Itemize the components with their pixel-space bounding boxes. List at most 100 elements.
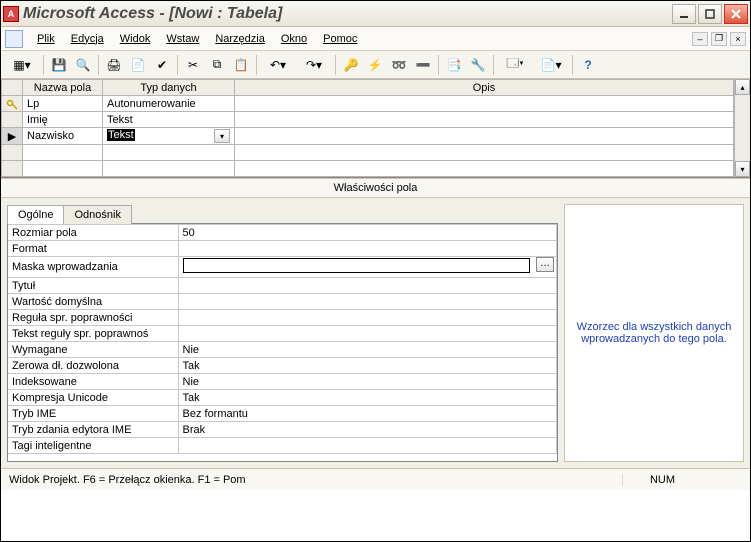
property-row[interactable]: Tagi inteligentne (8, 438, 557, 454)
property-row[interactable]: Wartość domyślna (8, 294, 557, 310)
property-value[interactable] (178, 326, 557, 342)
print-button[interactable]: 🖨 (103, 54, 125, 76)
cell-type[interactable]: Tekst (103, 112, 235, 128)
cell-field[interactable]: Lp (23, 96, 103, 112)
property-row[interactable]: Tryb IMEBez formantu (8, 406, 557, 422)
tab-general[interactable]: Ogólne (7, 205, 64, 224)
cell-desc[interactable] (235, 112, 734, 128)
cell-desc[interactable] (235, 128, 734, 145)
property-row[interactable]: Tytuł (8, 278, 557, 294)
table-row[interactable] (2, 145, 734, 161)
property-row[interactable]: Rozmiar pola50 (8, 225, 557, 241)
menu-edycja[interactable]: Edycja (63, 31, 112, 47)
property-value[interactable]: … (178, 257, 557, 278)
property-name: Rozmiar pola (8, 225, 178, 241)
property-value[interactable] (178, 294, 557, 310)
grid-corner[interactable] (2, 80, 23, 96)
col-header-desc[interactable]: Opis (235, 80, 734, 96)
property-row[interactable]: Format (8, 241, 557, 257)
database-window-button[interactable]: 🗔▾ (498, 54, 532, 76)
row-marker-current[interactable]: ▶ (2, 128, 23, 145)
search-button[interactable]: 🔍 (72, 54, 94, 76)
undo-button[interactable]: ↶▾ (261, 54, 295, 76)
property-name: Tekst reguły spr. poprawnoś (8, 326, 178, 342)
menu-wstaw[interactable]: Wstaw (158, 31, 207, 47)
property-value[interactable]: Nie (178, 374, 557, 390)
builder-button[interactable]: … (536, 257, 554, 272)
menu-okno[interactable]: Okno (273, 31, 315, 47)
window-title: Microsoft Access - [Nowi : Tabela] (23, 5, 282, 23)
cut-button[interactable]: ✂ (182, 54, 204, 76)
property-row[interactable]: Tryb zdania edytora IMEBrak (8, 422, 557, 438)
spellcheck-button[interactable]: ✔ (151, 54, 173, 76)
row-marker[interactable] (2, 161, 23, 177)
primary-key-button[interactable]: 🔑 (340, 54, 362, 76)
build-button[interactable]: 🔧 (467, 54, 489, 76)
copy-button[interactable]: ⧉ (206, 54, 228, 76)
help-button[interactable]: ? (577, 54, 599, 76)
property-row[interactable]: IndeksowaneNie (8, 374, 557, 390)
property-value[interactable] (178, 438, 557, 454)
save-button[interactable]: 💾 (48, 54, 70, 76)
property-value[interactable]: 50 (178, 225, 557, 241)
table-row[interactable] (2, 161, 734, 177)
property-value[interactable] (178, 310, 557, 326)
print-preview-button[interactable]: 📄 (127, 54, 149, 76)
property-input[interactable] (183, 258, 531, 273)
cell-type[interactable]: Autonumerowanie (103, 96, 235, 112)
property-name: Tryb zdania edytora IME (8, 422, 178, 438)
property-value[interactable] (178, 278, 557, 294)
property-row[interactable]: WymaganeNie (8, 342, 557, 358)
type-dropdown-button[interactable]: ▾ (214, 129, 230, 143)
menu-pomoc[interactable]: Pomoc (315, 31, 365, 47)
cell-desc[interactable] (235, 96, 734, 112)
property-value[interactable]: Bez formantu (178, 406, 557, 422)
maximize-button[interactable] (698, 4, 722, 24)
table-row[interactable]: Lp Autonumerowanie (2, 96, 734, 112)
col-header-type[interactable]: Typ danych (103, 80, 235, 96)
cell-field[interactable]: Imię (23, 112, 103, 128)
scroll-down-button[interactable]: ▾ (735, 161, 750, 177)
table-row[interactable]: Imię Tekst (2, 112, 734, 128)
col-header-field[interactable]: Nazwa pola (23, 80, 103, 96)
property-row[interactable]: Kompresja UnicodeTak (8, 390, 557, 406)
property-value[interactable] (178, 241, 557, 257)
mdi-close-button[interactable]: × (730, 32, 746, 46)
new-object-button[interactable]: 📄▾ (534, 54, 568, 76)
property-row[interactable]: Maska wprowadzania… (8, 257, 557, 278)
close-button[interactable] (724, 4, 748, 24)
tab-lookup[interactable]: Odnośnik (63, 205, 131, 224)
property-value[interactable]: Brak (178, 422, 557, 438)
row-marker[interactable] (2, 145, 23, 161)
property-row[interactable]: Tekst reguły spr. poprawnoś (8, 326, 557, 342)
menubar: Plik Edycja Widok Wstaw Narzędzia Okno P… (1, 27, 750, 51)
indexes-button[interactable]: ⚡ (364, 54, 386, 76)
row-marker[interactable] (2, 112, 23, 128)
cell-type[interactable]: Tekst▾ (103, 128, 235, 145)
paste-button[interactable]: 📋 (230, 54, 252, 76)
cell-field[interactable]: Nazwisko (23, 128, 103, 145)
grid-scrollbar[interactable]: ▴ ▾ (734, 79, 750, 177)
property-row[interactable]: Reguła spr. poprawności (8, 310, 557, 326)
view-button[interactable]: ▦▾ (5, 54, 39, 76)
table-row[interactable]: ▶ Nazwisko Tekst▾ (2, 128, 734, 145)
insert-rows-button[interactable]: ➿ (388, 54, 410, 76)
menu-plik[interactable]: Plik (29, 31, 63, 47)
minimize-button[interactable] (672, 4, 696, 24)
menu-narzedzia[interactable]: Narzędzia (207, 31, 273, 47)
redo-button[interactable]: ↷▾ (297, 54, 331, 76)
property-value[interactable]: Tak (178, 358, 557, 374)
mdi-restore-button[interactable]: ❐ (711, 32, 727, 46)
property-value[interactable]: Nie (178, 342, 557, 358)
menu-widok[interactable]: Widok (112, 31, 159, 47)
row-marker-key[interactable] (2, 96, 23, 112)
properties-button[interactable]: 📑 (443, 54, 465, 76)
property-value[interactable]: Tak (178, 390, 557, 406)
table-view-icon[interactable] (5, 30, 23, 48)
delete-rows-button[interactable]: ➖ (412, 54, 434, 76)
property-name: Indeksowane (8, 374, 178, 390)
property-row[interactable]: Zerowa dł. dozwolonaTak (8, 358, 557, 374)
scroll-up-button[interactable]: ▴ (735, 79, 750, 95)
property-name: Tagi inteligentne (8, 438, 178, 454)
mdi-minimize-button[interactable]: – (692, 32, 708, 46)
